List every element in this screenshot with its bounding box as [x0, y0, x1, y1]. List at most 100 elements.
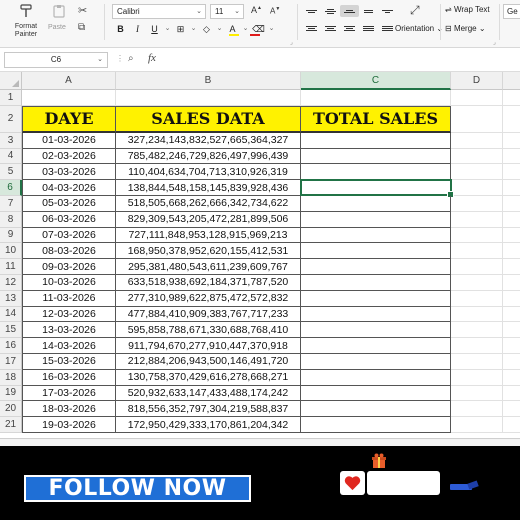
empty-cell[interactable]: [451, 211, 503, 228]
date-cell[interactable]: 11-03-2026: [22, 290, 116, 307]
empty-cell[interactable]: [451, 417, 503, 433]
empty-cell[interactable]: [451, 148, 503, 165]
align-left-icon[interactable]: [302, 22, 321, 34]
italic-icon[interactable]: I: [129, 22, 146, 36]
font-name-dropdown[interactable]: Calibri ⌄: [112, 4, 206, 19]
empty-cell[interactable]: [503, 354, 520, 370]
total-cell[interactable]: [301, 164, 451, 181]
row-header[interactable]: 16: [0, 338, 22, 354]
date-cell[interactable]: 01-03-2026: [22, 132, 116, 149]
empty-cell[interactable]: [451, 369, 503, 386]
number-format-dropdown[interactable]: Ge: [503, 4, 520, 19]
total-cell[interactable]: [301, 243, 451, 260]
column-header-d[interactable]: D: [451, 72, 503, 90]
justify-icon[interactable]: [359, 22, 378, 34]
sales-cell[interactable]: 518,505,668,262,666,342,734,622: [116, 196, 301, 212]
row-header[interactable]: 9: [0, 227, 22, 244]
empty-cell[interactable]: [451, 401, 503, 418]
sheet-tabs-bar[interactable]: [0, 438, 520, 446]
total-cell[interactable]: [301, 275, 451, 291]
empty-cell[interactable]: [451, 354, 503, 370]
orientation-icon[interactable]: ⤢: [410, 3, 420, 18]
total-cell[interactable]: [301, 290, 451, 307]
empty-cell[interactable]: [503, 275, 520, 291]
date-cell[interactable]: 04-03-2026: [22, 180, 116, 196]
orientation-dropdown[interactable]: Orientation ⌄: [395, 24, 443, 33]
paste-icon[interactable]: [52, 4, 66, 18]
chevron-down-icon[interactable]: ⌄: [241, 22, 250, 36]
total-cell[interactable]: [301, 338, 451, 354]
sales-cell[interactable]: 168,950,378,952,620,155,412,531: [116, 243, 301, 260]
date-cell[interactable]: 16-03-2026: [22, 369, 116, 386]
empty-cell[interactable]: [451, 196, 503, 212]
empty-cell[interactable]: [503, 417, 520, 433]
total-cell[interactable]: [301, 227, 451, 244]
total-cell[interactable]: [301, 148, 451, 165]
total-cell[interactable]: [301, 306, 451, 323]
date-cell[interactable]: 13-03-2026: [22, 322, 116, 339]
chevron-down-icon[interactable]: ⌄: [189, 22, 198, 36]
date-cell[interactable]: 07-03-2026: [22, 227, 116, 244]
header-cell-total[interactable]: TOTAL SALES: [301, 105, 451, 133]
row-header[interactable]: 7: [0, 196, 22, 212]
sales-cell[interactable]: 172,950,429,333,170,861,204,342: [116, 417, 301, 433]
font-group-launcher-icon[interactable]: ⌟: [290, 39, 293, 46]
like-button[interactable]: [340, 471, 365, 495]
total-cell[interactable]: [301, 369, 451, 386]
empty-cell[interactable]: [451, 180, 503, 196]
empty-cell[interactable]: [451, 275, 503, 291]
empty-cell[interactable]: [503, 386, 520, 402]
empty-cell[interactable]: [451, 338, 503, 354]
empty-cell[interactable]: [451, 132, 503, 149]
row-header[interactable]: 13: [0, 290, 22, 307]
total-cell[interactable]: [301, 417, 451, 433]
empty-cell[interactable]: [451, 243, 503, 260]
merge-dropdown[interactable]: ⊟ Merge ⌄: [445, 24, 486, 33]
empty-cell[interactable]: [451, 164, 503, 181]
row-header[interactable]: 12: [0, 275, 22, 291]
sales-cell[interactable]: 633,518,938,692,184,371,787,520: [116, 275, 301, 291]
column-header-b[interactable]: B: [116, 72, 301, 90]
total-cell[interactable]: [301, 322, 451, 339]
empty-cell[interactable]: [503, 164, 520, 181]
row-header[interactable]: 3: [0, 132, 22, 149]
copy-icon[interactable]: ⧉: [78, 22, 85, 33]
sales-cell[interactable]: 277,310,989,622,875,472,572,832: [116, 290, 301, 307]
date-cell[interactable]: 03-03-2026: [22, 164, 116, 181]
row-header[interactable]: 8: [0, 211, 22, 228]
total-cell[interactable]: [301, 90, 451, 106]
date-cell[interactable]: 15-03-2026: [22, 354, 116, 370]
chevron-down-icon[interactable]: ⌄: [163, 22, 172, 36]
align-bottom-icon[interactable]: [340, 5, 359, 17]
date-cell[interactable]: 14-03-2026: [22, 338, 116, 354]
sales-cell[interactable]: 911,794,670,277,910,447,370,918: [116, 338, 301, 354]
date-cell[interactable]: 09-03-2026: [22, 259, 116, 275]
empty-cell[interactable]: [503, 370, 520, 386]
header-cell-sales[interactable]: SALES DATA: [116, 105, 301, 133]
row-header[interactable]: 14: [0, 306, 22, 323]
follow-card[interactable]: [367, 471, 440, 495]
sales-cell[interactable]: 327,234,143,832,527,665,364,327: [116, 132, 301, 149]
chevron-down-icon[interactable]: ⌄: [267, 22, 276, 36]
empty-cell[interactable]: [451, 90, 503, 106]
align-right-icon[interactable]: [340, 22, 359, 34]
sales-cell[interactable]: 130,758,370,429,616,278,668,271: [116, 369, 301, 386]
sales-cell[interactable]: 785,482,246,729,826,497,996,439: [116, 148, 301, 165]
row-header[interactable]: 20: [0, 401, 22, 418]
font-size-dropdown[interactable]: 11 ⌄: [210, 4, 244, 19]
date-cell[interactable]: 02-03-2026: [22, 148, 116, 165]
row-header[interactable]: 4: [0, 148, 22, 165]
total-cell[interactable]: [301, 180, 451, 196]
empty-cell[interactable]: [503, 90, 520, 106]
sales-cell[interactable]: 520,932,633,147,433,488,174,242: [116, 385, 301, 402]
formula-input[interactable]: [166, 52, 516, 68]
date-cell[interactable]: [22, 90, 116, 106]
decrease-font-icon[interactable]: A▼: [270, 6, 280, 16]
row-header[interactable]: 10: [0, 243, 22, 260]
total-cell[interactable]: [301, 401, 451, 418]
empty-cell[interactable]: [451, 385, 503, 402]
borders-icon[interactable]: ⊞: [172, 22, 189, 36]
wrap-indent-icon[interactable]: [378, 5, 397, 17]
empty-cell[interactable]: [503, 243, 520, 260]
cut-icon[interactable]: ✂: [78, 4, 87, 17]
